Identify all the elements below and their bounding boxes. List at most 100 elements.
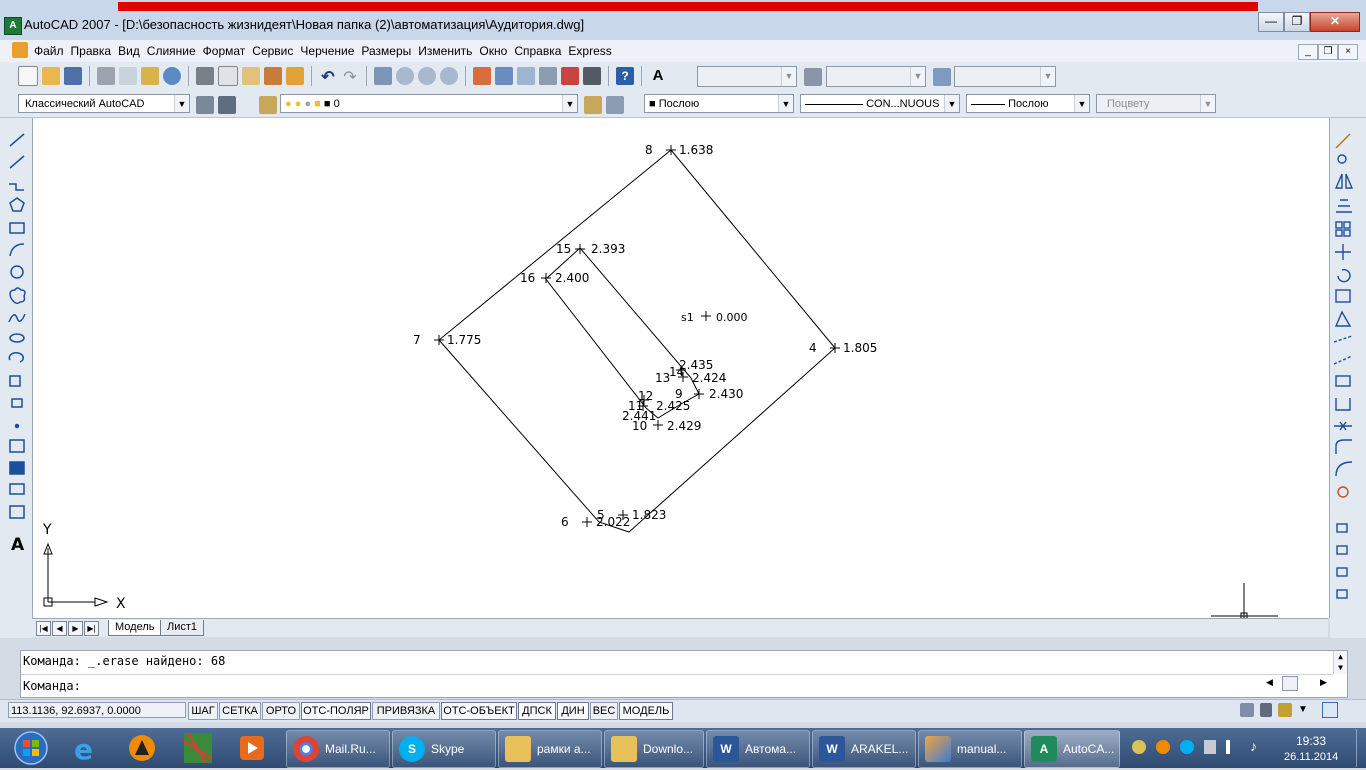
map-app-icon[interactable] [178, 731, 218, 765]
draworder-front-icon[interactable] [1336, 523, 1348, 533]
zoom-window-icon[interactable] [418, 67, 436, 85]
menu-tools[interactable]: Сервис [252, 44, 299, 58]
save-icon[interactable] [64, 67, 82, 85]
inner-line-top[interactable] [579, 247, 692, 379]
draworder-above-icon[interactable] [1336, 567, 1348, 577]
task-autocad[interactable]: A AutoCA... [1024, 730, 1120, 768]
inner-line-left[interactable] [543, 277, 647, 409]
block-editor-icon[interactable] [286, 67, 304, 85]
redo-icon[interactable]: ↷ [341, 67, 359, 86]
table-icon[interactable] [9, 505, 25, 519]
multiline-text-icon[interactable]: A [11, 535, 25, 555]
clock-time[interactable]: 19:33 [1296, 734, 1326, 748]
design-center-icon[interactable] [495, 67, 513, 85]
pan-icon[interactable] [374, 67, 392, 85]
scroll-right-icon[interactable]: ▶ [1320, 677, 1327, 688]
table-style-icon[interactable] [933, 68, 951, 86]
command-window[interactable]: Команда: _.erase найдено: 68 Команда: ▲ ▼ [20, 650, 1348, 698]
layer-previous-icon[interactable] [606, 96, 624, 114]
doc-minimize-button[interactable]: _ [1298, 44, 1318, 60]
spline-icon[interactable] [8, 313, 26, 323]
copy-object-icon[interactable] [1337, 154, 1347, 164]
menu-format[interactable]: Формат [203, 44, 252, 58]
hatch-icon[interactable] [9, 439, 25, 453]
command-scrollbar[interactable]: ▲ ▼ [1333, 651, 1347, 674]
insert-block-icon[interactable] [9, 375, 21, 387]
color-select[interactable]: ■ Послою ▼ [644, 94, 794, 113]
menu-dimension[interactable]: Размеры [361, 44, 417, 58]
scale-icon[interactable] [1335, 289, 1351, 303]
print-preview-icon[interactable] [119, 67, 137, 85]
lwt-toggle[interactable]: ВЕС [590, 702, 618, 720]
explode-icon[interactable] [1337, 486, 1349, 498]
menu-view[interactable]: Вид [118, 44, 146, 58]
task-word-automation[interactable]: W Автома... [706, 730, 810, 768]
linetype-select[interactable]: CON...NUOUS ▼ [800, 94, 960, 113]
gradient-icon[interactable] [9, 461, 25, 475]
paste-icon[interactable] [242, 67, 260, 85]
draworder-under-icon[interactable] [1336, 589, 1348, 599]
status-menu-arrow-icon[interactable]: ▼ [1298, 704, 1308, 715]
array-icon[interactable] [1335, 221, 1343, 229]
last-tab-icon[interactable]: ▶| [84, 621, 99, 636]
zoom-realtime-icon[interactable] [396, 67, 414, 85]
tray-avast-icon[interactable] [1156, 740, 1170, 754]
print-icon[interactable] [97, 67, 115, 85]
command-horizontal-scrollbar[interactable]: ◀ ▶ [1266, 676, 1332, 692]
tab-model[interactable]: Модель [108, 620, 162, 636]
task-mail-ru[interactable]: Mail.Ru... [286, 730, 390, 768]
chamfer-icon[interactable] [1335, 439, 1352, 454]
copy-icon[interactable] [218, 66, 238, 86]
stretch-icon[interactable] [1334, 310, 1352, 327]
undo-icon[interactable]: ↶ [319, 67, 337, 86]
snap-toggle[interactable]: ШАГ [188, 702, 218, 720]
menu-edit[interactable]: Правка [71, 44, 118, 58]
workspace-save-icon[interactable] [218, 96, 236, 114]
menu-express[interactable]: Express [568, 44, 617, 58]
dimension-style-icon[interactable] [804, 68, 822, 86]
construction-line-icon[interactable] [9, 155, 25, 169]
circle-icon[interactable] [10, 265, 24, 279]
start-button[interactable] [4, 729, 56, 767]
cut-icon[interactable] [196, 67, 214, 85]
command-prompt[interactable]: Команда: [23, 679, 81, 693]
break-at-point-icon[interactable] [1335, 375, 1351, 387]
ortho-toggle[interactable]: ОРТО [262, 702, 300, 720]
task-downloads[interactable]: Downlo... [604, 730, 704, 768]
scroll-left-icon[interactable]: ◀ [1266, 677, 1273, 688]
draworder-back-icon[interactable] [1336, 545, 1348, 555]
osnap-toggle[interactable]: ПРИВЯЗКА [372, 702, 440, 720]
show-desktop-button[interactable] [1356, 729, 1366, 767]
zoom-previous-icon[interactable] [440, 67, 458, 85]
menu-window[interactable]: Окно [479, 44, 513, 58]
erase-icon[interactable] [1335, 133, 1351, 149]
coordinates-display[interactable]: 113.1136, 92.6937, 0.0000 [8, 702, 186, 718]
workspace-settings-icon[interactable] [196, 96, 214, 114]
tray-network-icon[interactable] [1132, 740, 1146, 754]
drawing-canvas[interactable]: 8 1.638 15 2.393 16 2.400 s1 0.000 7 1.7… [33, 118, 1329, 620]
menu-file[interactable]: Файл [34, 44, 70, 58]
arc-icon[interactable] [9, 243, 25, 257]
drawing-area[interactable]: 8 1.638 15 2.393 16 2.400 s1 0.000 7 1.7… [32, 118, 1330, 620]
restore-button[interactable]: ❐ [1284, 12, 1310, 32]
status-tray-icon[interactable] [1278, 703, 1292, 717]
revision-cloud-icon[interactable] [9, 287, 26, 305]
tray-signal-icon[interactable] [1226, 740, 1240, 754]
task-frames-folder[interactable]: рамки а... [498, 730, 602, 768]
close-button[interactable]: ✕ [1310, 12, 1360, 32]
line-icon[interactable] [9, 133, 25, 147]
layer-manager-icon[interactable] [259, 96, 277, 114]
text-style-icon[interactable]: A [649, 67, 667, 85]
doc-restore-button[interactable]: ❐ [1318, 44, 1338, 60]
help-icon[interactable]: ? [616, 67, 634, 85]
lineweight-select[interactable]: Послою ▼ [966, 94, 1090, 113]
markup-icon[interactable] [561, 67, 579, 85]
plotstyle-select[interactable]: Поцвету ▼ [1096, 94, 1216, 113]
make-layer-current-icon[interactable] [584, 96, 602, 114]
first-tab-icon[interactable]: |◀ [36, 621, 51, 636]
next-tab-icon[interactable]: ▶ [68, 621, 83, 636]
rectangle-icon[interactable] [9, 222, 25, 234]
tab-layout1[interactable]: Лист1 [160, 620, 205, 636]
ellipse-icon[interactable] [9, 333, 25, 343]
task-manual[interactable]: manual... [918, 730, 1022, 768]
